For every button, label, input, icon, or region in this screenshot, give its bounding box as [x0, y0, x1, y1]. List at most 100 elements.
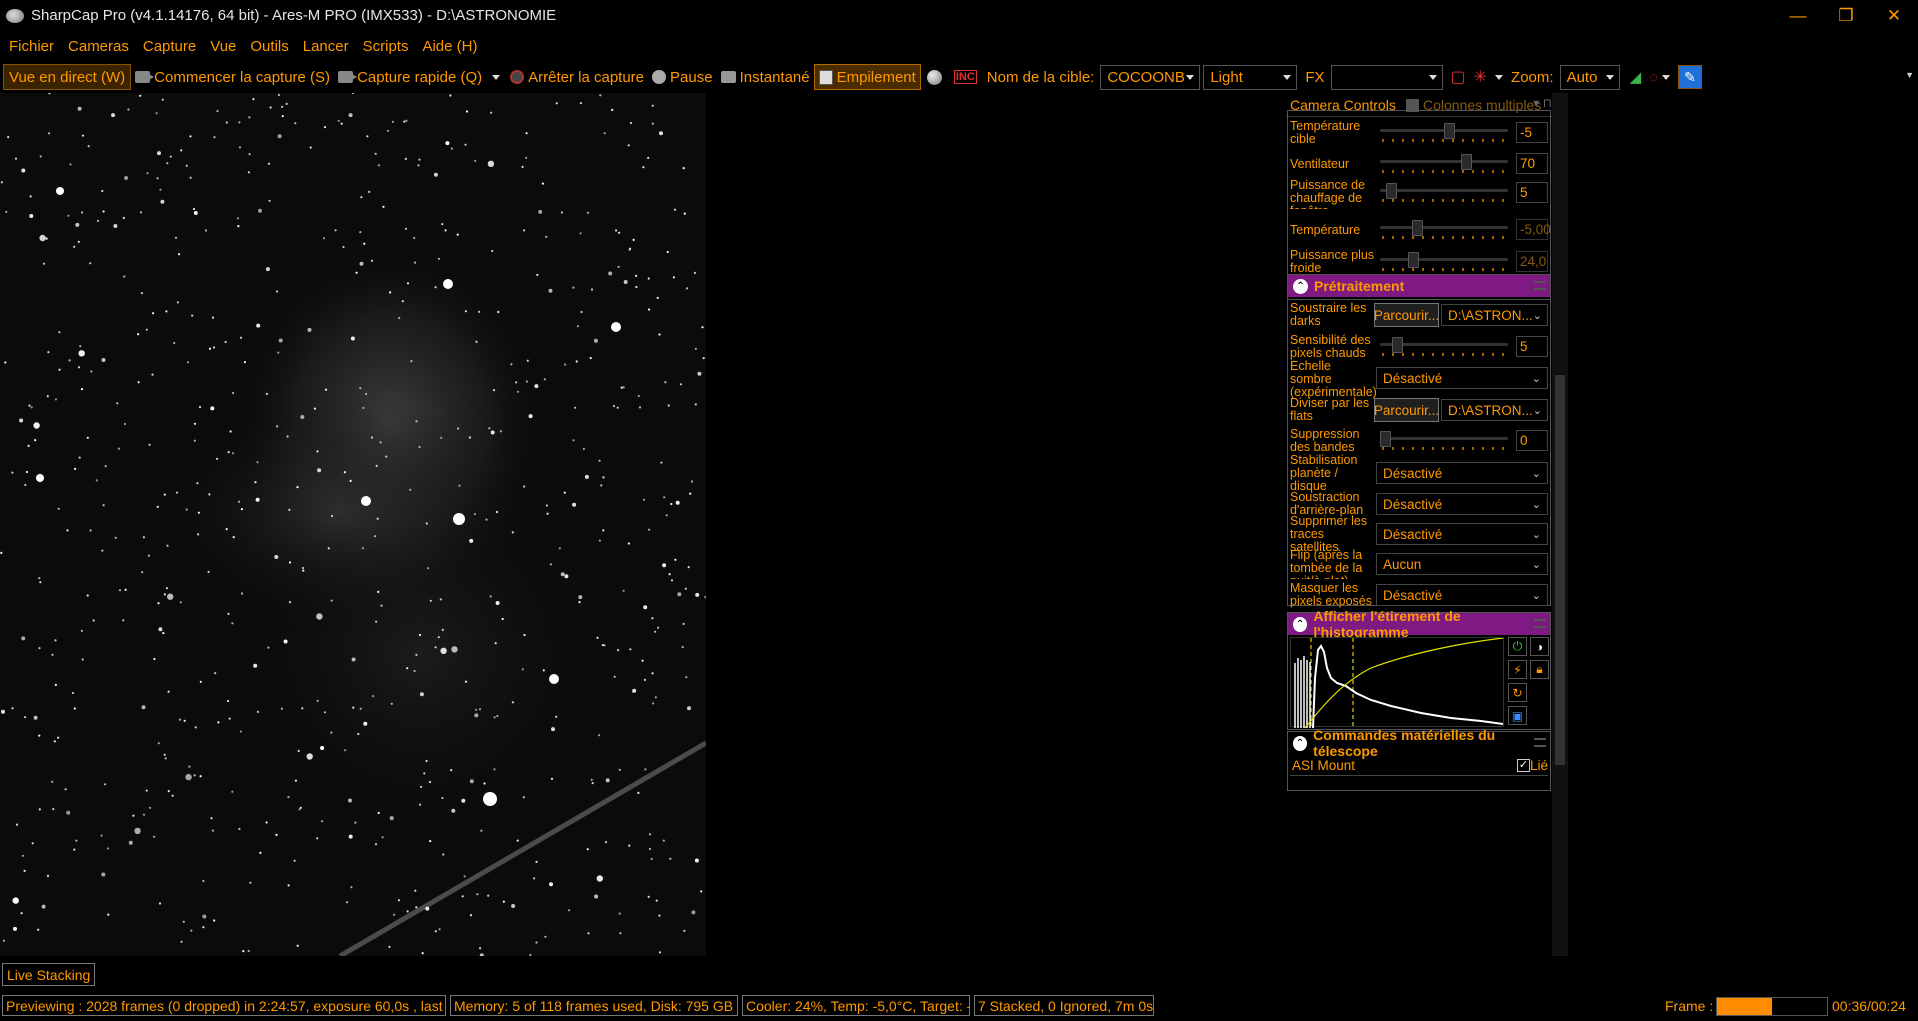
contrast-icon[interactable]: ◑: [1530, 637, 1549, 656]
stop-capture-button[interactable]: Arrêter la capture: [506, 64, 648, 90]
histogram-header[interactable]: ⌃ Afficher l'étirement de l'histogramme: [1288, 608, 1550, 640]
lock-icon[interactable]: 🔒︎: [1530, 660, 1549, 679]
star: [183, 719, 186, 722]
star: [683, 212, 686, 215]
panel-scrollbar[interactable]: [1552, 93, 1568, 956]
star: [683, 929, 686, 933]
collapse-icon[interactable]: ⌃: [1293, 278, 1308, 294]
overlay-dropdown-icon[interactable]: [1495, 74, 1504, 80]
menu-aide[interactable]: Aide (H): [415, 38, 484, 55]
crosshair-icon[interactable]: ✳: [1474, 67, 1487, 87]
star: [153, 835, 156, 838]
background-select[interactable]: Désactivé ⌄: [1376, 493, 1548, 515]
image-viewer[interactable]: [0, 93, 1284, 956]
menu-fichier[interactable]: Fichier: [2, 38, 61, 55]
stabilization-select[interactable]: Désactivé ⌄: [1376, 462, 1548, 484]
darks-path-select[interactable]: D:\ASTRON... ⌄: [1441, 304, 1548, 326]
menu-icon[interactable]: [1534, 738, 1546, 747]
star: [268, 199, 271, 202]
mask-pixels-select[interactable]: Désactivé ⌄: [1376, 584, 1548, 606]
dark-scale-select[interactable]: Désactivé ⌄: [1376, 367, 1548, 389]
linked-checkbox[interactable]: ✓: [1517, 759, 1530, 772]
star: [523, 485, 526, 488]
frame-type-select[interactable]: Light: [1203, 64, 1298, 90]
star: [212, 346, 216, 349]
slider-thumb[interactable]: [1380, 431, 1391, 447]
slider-thumb[interactable]: [1461, 154, 1473, 170]
zoom-value: Auto: [1566, 68, 1598, 86]
stacking-button[interactable]: Empilement: [813, 64, 921, 90]
slider-thumb[interactable]: [1412, 220, 1424, 236]
reticle-icon[interactable]: ▢: [1451, 67, 1466, 87]
preprocessing-header[interactable]: ⌃ Prétraitement: [1288, 275, 1550, 297]
star: [487, 160, 495, 167]
window-heater-slider[interactable]: [1380, 183, 1508, 205]
star: [359, 707, 362, 710]
zoom-select[interactable]: Auto: [1559, 64, 1620, 90]
star: [643, 498, 646, 501]
window-heater-field[interactable]: 5: [1516, 182, 1548, 203]
slider-thumb[interactable]: [1385, 183, 1397, 199]
telescope-header[interactable]: ⌃ Commandes matérielles du télescope: [1288, 727, 1550, 759]
start-capture-button[interactable]: Commencer la capture (S): [131, 64, 334, 90]
pin-icon[interactable]: ▾ ⊓: [1533, 96, 1552, 110]
star: [87, 145, 90, 148]
maximize-button[interactable]: ❐: [1822, 0, 1870, 31]
live-view-button[interactable]: Vue en direct (W): [3, 64, 132, 90]
save-icon[interactable]: ▣: [1508, 706, 1527, 725]
scrollbar-thumb[interactable]: [1555, 375, 1565, 765]
live-stacking-tab[interactable]: Live Stacking: [2, 963, 96, 986]
lightning-icon[interactable]: ⚡: [1508, 660, 1527, 679]
hot-pixel-slider[interactable]: [1380, 337, 1508, 359]
histogram-display[interactable]: [1290, 637, 1504, 729]
star: [77, 366, 81, 369]
banding-field[interactable]: 0: [1516, 430, 1548, 451]
menu-outils[interactable]: Outils: [243, 38, 295, 55]
browse-darks-button[interactable]: Parcourir...: [1374, 303, 1439, 327]
star: [227, 451, 230, 454]
slider-thumb[interactable]: [1391, 337, 1403, 353]
fx-select[interactable]: [1330, 64, 1443, 90]
power-icon[interactable]: ⏻: [1508, 637, 1527, 656]
satellite-select[interactable]: Désactivé ⌄: [1376, 523, 1548, 545]
pause-button[interactable]: Pause: [648, 64, 717, 90]
menu-vue[interactable]: Vue: [203, 38, 243, 55]
menu-cameras[interactable]: Cameras: [61, 38, 136, 55]
flats-path-select[interactable]: D:\ASTRON... ⌄: [1441, 399, 1548, 421]
timer-icon[interactable]: ◌: [1649, 69, 1658, 86]
collapse-icon[interactable]: ⌃: [1293, 616, 1308, 632]
fan-field[interactable]: 70: [1516, 153, 1548, 174]
star: [79, 345, 82, 348]
star: [397, 899, 401, 902]
timer-dropdown-icon[interactable]: [1662, 74, 1671, 80]
menu-icon[interactable]: [1534, 619, 1546, 628]
quick-capture-button[interactable]: Capture rapide (Q): [334, 64, 486, 90]
target-name-select[interactable]: COCOONB: [1100, 64, 1201, 90]
moon-icon[interactable]: [926, 69, 942, 85]
collapse-icon[interactable]: ⌃: [1293, 735, 1308, 751]
toolbar-overflow-icon[interactable]: ▼: [1905, 70, 1914, 80]
fan-slider[interactable]: [1380, 154, 1508, 176]
menu-scripts[interactable]: Scripts: [356, 38, 416, 55]
quick-capture-dropdown-icon[interactable]: [492, 74, 501, 80]
target-temp-field[interactable]: -5: [1516, 122, 1548, 143]
target-temp-slider[interactable]: [1380, 123, 1508, 145]
snapshot-button[interactable]: Instantané: [717, 64, 814, 90]
browse-flats-button[interactable]: Parcourir...: [1374, 398, 1439, 422]
menu-capture[interactable]: Capture: [136, 38, 203, 55]
minimize-button[interactable]: —: [1774, 0, 1822, 31]
inc-icon[interactable]: INC: [953, 70, 977, 84]
banding-slider[interactable]: [1380, 431, 1508, 453]
flip-select[interactable]: Aucun ⌄: [1376, 553, 1548, 575]
slider-thumb[interactable]: [1407, 252, 1419, 268]
star: [77, 240, 80, 243]
slider-thumb[interactable]: [1443, 123, 1455, 139]
pin-tool-icon[interactable]: ✎: [1678, 65, 1703, 89]
menu-icon[interactable]: [1534, 281, 1546, 290]
histogram-icon[interactable]: ◢: [1630, 68, 1642, 86]
close-button[interactable]: ✕: [1870, 0, 1918, 31]
reset-icon[interactable]: ↻: [1508, 683, 1527, 702]
menu-lancer[interactable]: Lancer: [296, 38, 356, 55]
star: [34, 439, 37, 442]
hot-pixel-field[interactable]: 5: [1516, 336, 1548, 357]
